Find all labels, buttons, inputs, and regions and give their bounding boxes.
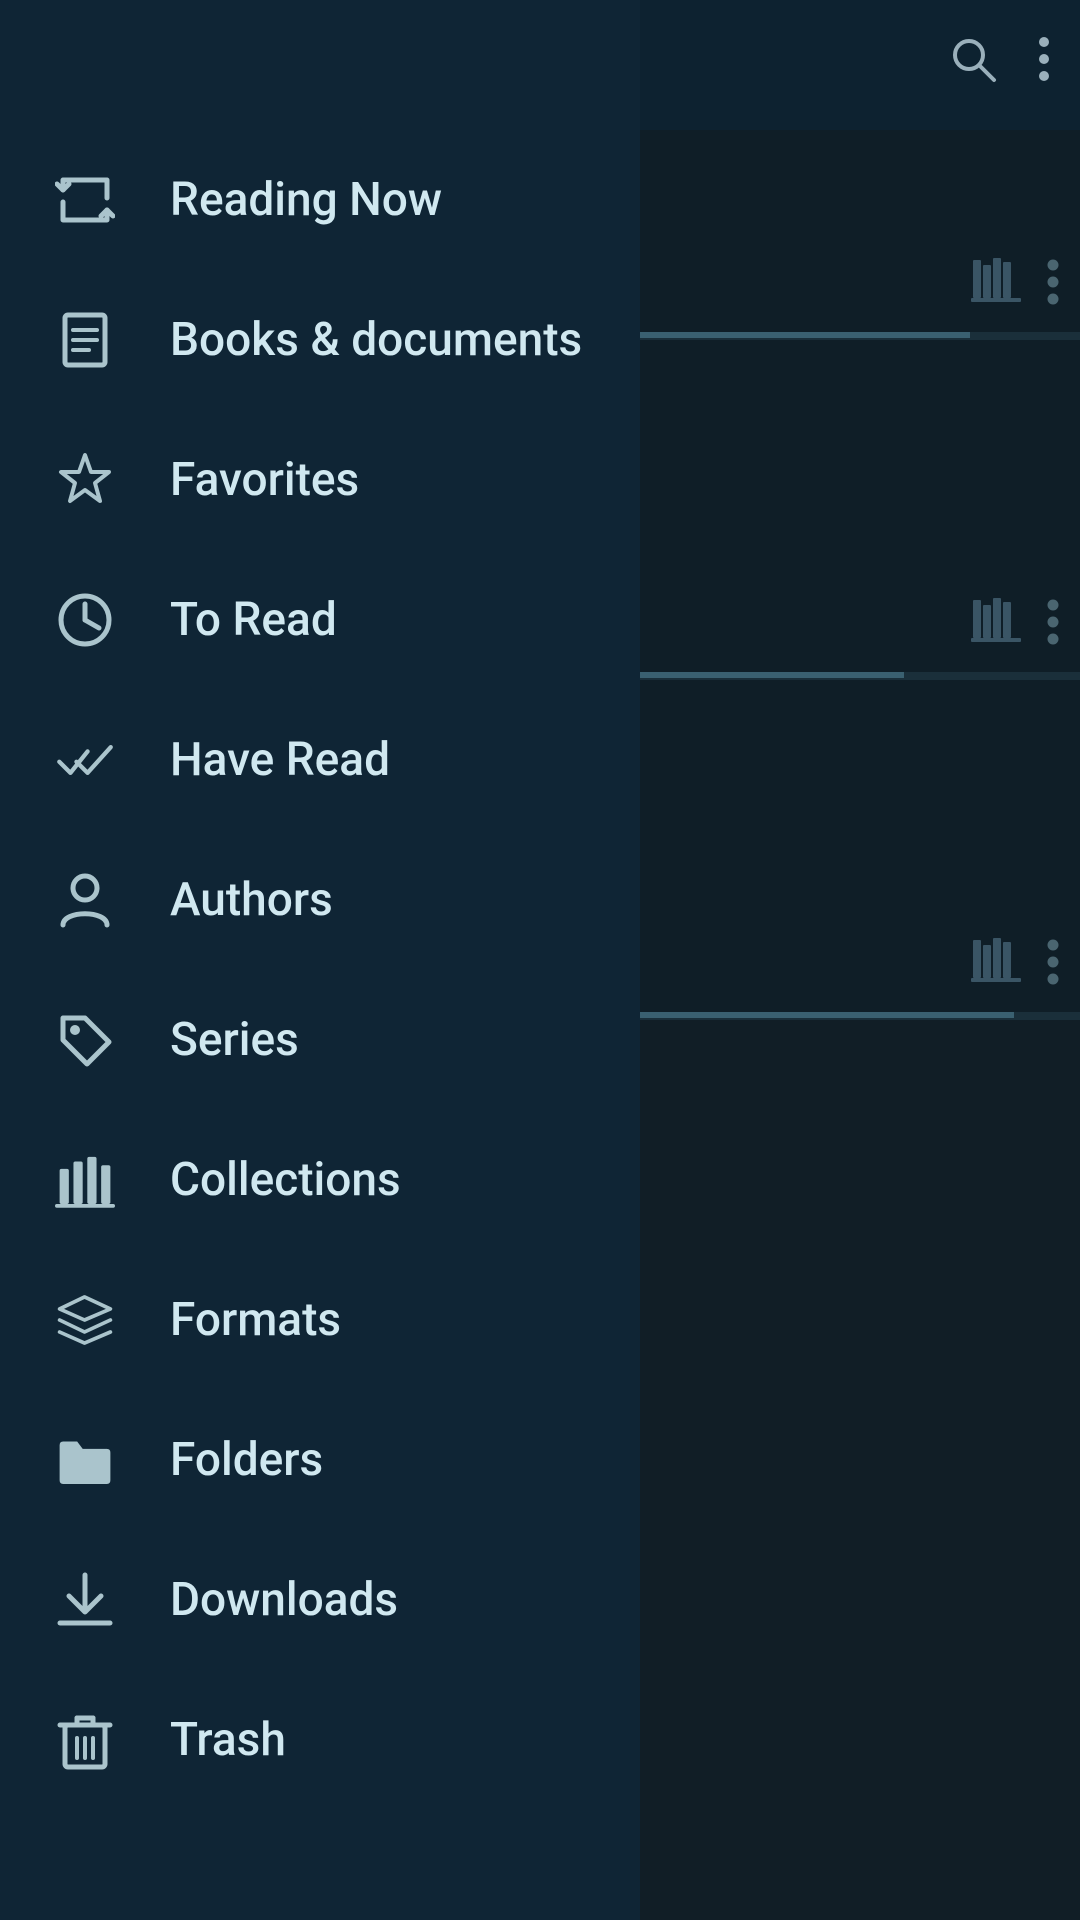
- sidebar-item-favorites[interactable]: Favorites: [0, 410, 640, 550]
- download-icon: [50, 1565, 120, 1635]
- collections-icon: [50, 1145, 120, 1215]
- sidebar-item-label: Reading Now: [170, 173, 442, 227]
- book-more-icon[interactable]: [1046, 937, 1060, 998]
- folder-icon: [50, 1425, 120, 1495]
- progress-bar: [640, 672, 904, 678]
- header-actions: [948, 34, 1050, 96]
- person-icon: [50, 865, 120, 935]
- book-more-icon[interactable]: [1046, 597, 1060, 658]
- progress-bar: [640, 1012, 1014, 1018]
- sidebar-item-label: Downloads: [170, 1573, 398, 1627]
- sidebar-item-authors[interactable]: Authors: [0, 830, 640, 970]
- progress-bar-container: [640, 332, 1080, 338]
- book-shelf-icon: [971, 930, 1026, 998]
- navigation-drawer: Reading Now Books & documents Favorites: [0, 0, 640, 1920]
- tag-icon: [50, 1005, 120, 1075]
- sidebar-item-label: Folders: [170, 1433, 323, 1487]
- sidebar-item-reading-now[interactable]: Reading Now: [0, 130, 640, 270]
- sidebar-item-have-read[interactable]: Have Read: [0, 690, 640, 830]
- sidebar-item-label: Formats: [170, 1293, 341, 1347]
- sidebar-item-label: Trash: [170, 1713, 286, 1767]
- star-icon: [50, 445, 120, 515]
- sidebar-item-collections[interactable]: Collections: [0, 1110, 640, 1250]
- book-shelf-icon: [971, 250, 1026, 318]
- more-options-icon[interactable]: [1038, 34, 1050, 96]
- sidebar-item-label: Favorites: [170, 453, 359, 507]
- sidebar-item-label: Authors: [170, 873, 333, 927]
- book-item: [640, 340, 1080, 680]
- trash-icon: [50, 1705, 120, 1775]
- sidebar-item-label: Have Read: [170, 733, 390, 787]
- sidebar-item-label: Collections: [170, 1153, 401, 1207]
- sidebar-item-label: Series: [170, 1013, 299, 1067]
- sidebar-item-label: Books & documents: [170, 313, 582, 367]
- double-check-icon: [50, 725, 120, 795]
- content-panel: [640, 0, 1080, 1920]
- repeat-icon: [50, 165, 120, 235]
- book-more-icon[interactable]: [1046, 257, 1060, 318]
- sidebar-item-label: To Read: [170, 593, 337, 647]
- sidebar-item-trash[interactable]: Trash: [0, 1670, 640, 1810]
- sidebar-item-formats[interactable]: Formats: [0, 1250, 640, 1390]
- sidebar-item-to-read[interactable]: To Read: [0, 550, 640, 690]
- sidebar-item-books-documents[interactable]: Books & documents: [0, 270, 640, 410]
- sidebar-item-series[interactable]: Series: [0, 970, 640, 1110]
- search-icon[interactable]: [948, 34, 998, 96]
- sidebar-item-downloads[interactable]: Downloads: [0, 1530, 640, 1670]
- sidebar-item-folders[interactable]: Folders: [0, 1390, 640, 1530]
- book-item: [640, 680, 1080, 1020]
- progress-bar-container: [640, 1012, 1080, 1018]
- document-icon: [50, 305, 120, 375]
- progress-bar: [640, 332, 970, 338]
- layers-icon: [50, 1285, 120, 1355]
- clock-icon: [50, 585, 120, 655]
- book-shelf-icon: [971, 590, 1026, 658]
- progress-bar-container: [640, 672, 1080, 678]
